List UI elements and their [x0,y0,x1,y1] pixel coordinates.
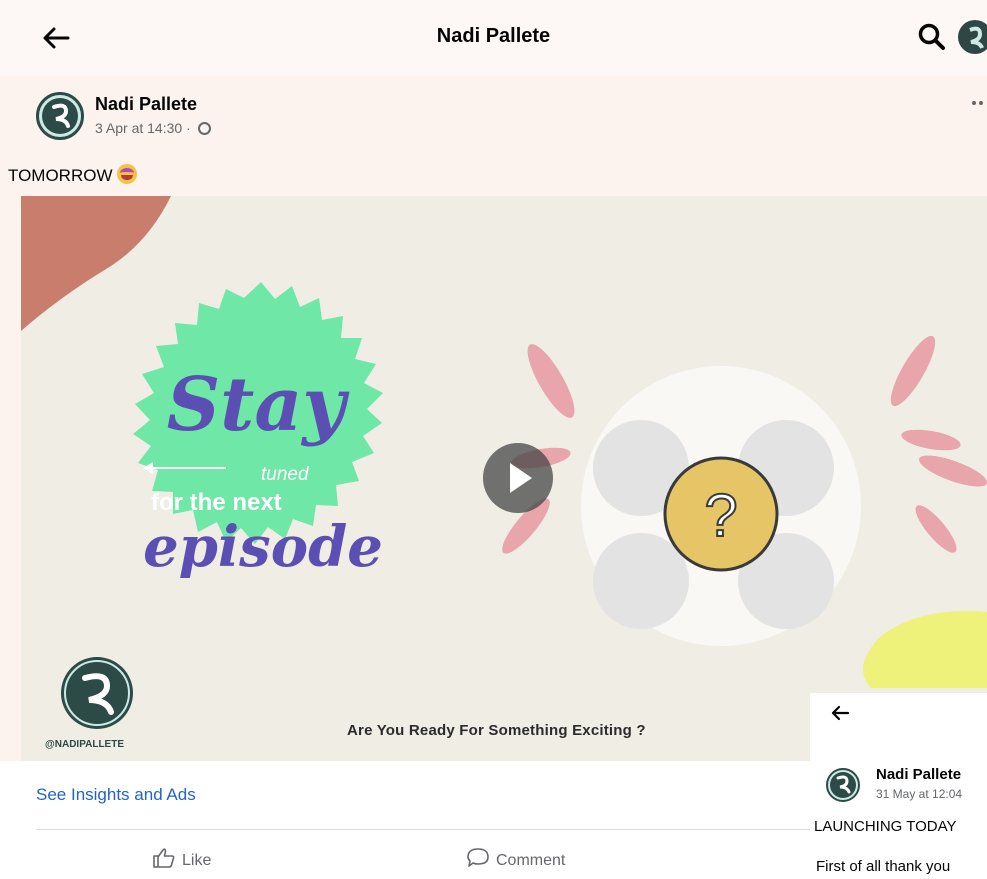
search-icon[interactable] [915,20,949,54]
post-timestamp[interactable]: 31 May at 12:04 [876,787,962,801]
video-caption: Are You Ready For Something Exciting ? [347,722,646,739]
post-text: TOMORROW [8,164,138,186]
question-mark: ? [704,482,737,549]
like-button[interactable]: Like [152,847,211,870]
author-avatar[interactable] [36,92,84,140]
more-options-icon[interactable] [970,98,987,108]
second-post-preview: Nadi Pallete 31 May at 12:04 LAUNCHING T… [810,693,987,879]
page-title: Nadi Pallete [436,25,551,47]
brand-handle: @NADIPALLETE [45,739,125,750]
post-text-truncated: First of all thank you [816,858,951,875]
post-meta: 3 Apr at 14:30 · [95,120,211,136]
episode-text: episode [143,514,383,580]
for-the-next-text: for the next [151,489,282,516]
red-blob [21,196,171,331]
comment-label: Comment [496,852,566,869]
globe-icon [197,122,211,135]
post-timestamp[interactable]: 3 Apr at 14:30 · [95,120,195,136]
comment-button[interactable]: Comment [466,847,565,870]
play-button[interactable] [483,443,553,513]
brand-logo [61,657,133,729]
divider [36,829,810,830]
post-text-content: TOMORROW [8,166,118,185]
comment-bubble-icon [467,848,489,867]
headline-stay: Stay [167,362,351,448]
insights-link[interactable]: See Insights and Ads [36,785,196,805]
post-text: LAUNCHING TODAY [814,818,957,835]
thumbs-up-icon [153,848,175,868]
post-footer: See Insights and Ads Like Comment [0,761,810,879]
star-struck-emoji-icon [117,164,138,184]
post-header: Nadi Pallete 3 Apr at 14:30 · [36,92,986,148]
video-player[interactable]: Stay tuned for the next episode ? @NADIP… [21,196,987,761]
like-label: Like [182,852,212,869]
back-arrow-icon[interactable] [828,701,852,725]
author-name[interactable]: Nadi Pallete [876,766,961,783]
top-bar: Nadi Pallete [0,0,987,76]
tuned-text: tuned [261,464,310,485]
profile-avatar[interactable] [958,20,987,54]
author-name[interactable]: Nadi Pallete [95,94,197,115]
author-avatar[interactable] [826,768,860,802]
yellow-blob [863,611,987,688]
